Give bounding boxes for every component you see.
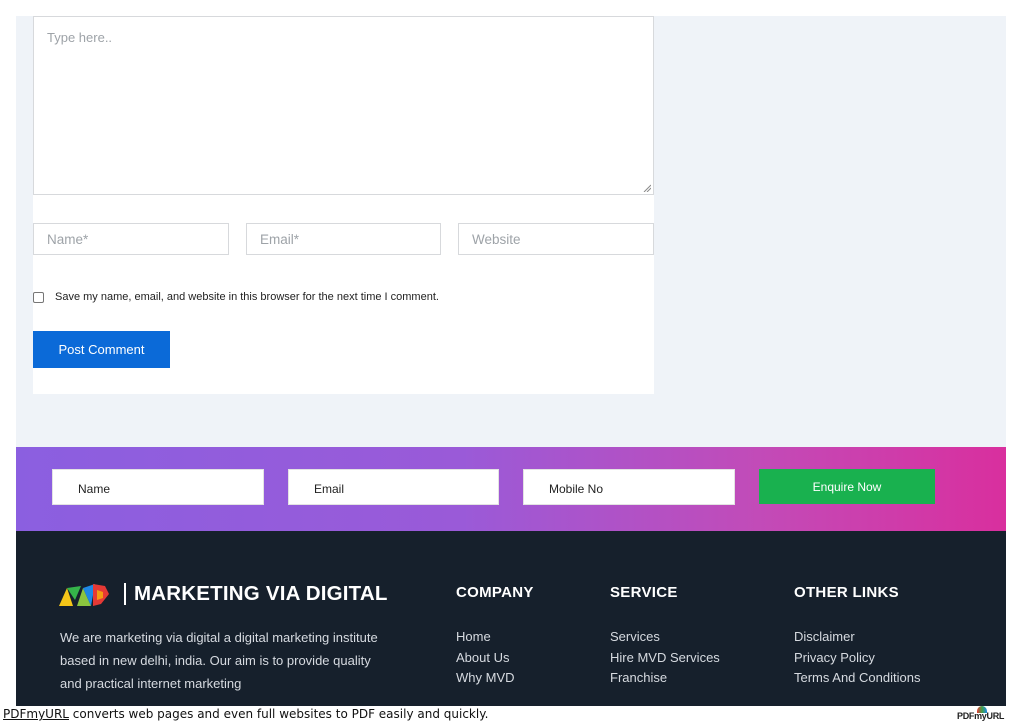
email-placeholder: Email* [260,232,300,247]
enquiry-mobile-field[interactable]: Mobile No [523,469,735,505]
company-links: Home About Us Why MVD [456,627,515,689]
post-comment-button[interactable]: Post Comment [33,331,170,368]
save-info-row: Save my name, email, and website in this… [33,290,439,304]
service-title: SERVICE [610,584,678,601]
footer-about-text: We are marketing via digital a digital m… [60,630,378,691]
footer-link-home[interactable]: Home [456,627,515,648]
save-info-label[interactable]: Save my name, email, and website in this… [55,291,439,303]
name-placeholder: Name* [47,232,89,247]
enquiry-mobile-placeholder: Mobile No [549,482,604,496]
comment-textarea[interactable]: Type here.. [33,16,654,195]
save-info-checkbox[interactable] [33,291,44,303]
footer-logo[interactable]: MARKETING VIA DIGITAL [59,580,388,608]
enquiry-email-field[interactable]: Email [288,469,499,505]
pdf-banner-text: PDFmyURL converts web pages and even ful… [3,707,488,721]
enquiry-name-placeholder: Name [78,482,111,496]
enquire-now-button[interactable]: Enquire Now [759,469,935,504]
pdfmyurl-logo[interactable]: PDFmyURL [957,706,1009,723]
footer-link-franchise[interactable]: Franchise [610,668,720,689]
footer-link-services[interactable]: Services [610,627,720,648]
logo-divider [124,583,126,605]
pdf-banner-message: converts web pages and even full website… [68,707,489,721]
website-field[interactable]: Website [458,223,654,255]
footer-link-about-us[interactable]: About Us [456,648,515,669]
pdfmyurl-logo-text: PDFmyURL [957,711,1005,721]
name-field[interactable]: Name* [33,223,229,255]
other-links: Disclaimer Privacy Policy Terms And Cond… [794,627,920,689]
footer-link-why-mvd[interactable]: Why MVD [456,668,515,689]
footer-link-terms[interactable]: Terms And Conditions [794,668,920,689]
footer-link-privacy-policy[interactable]: Privacy Policy [794,648,920,669]
footer-link-disclaimer[interactable]: Disclaimer [794,627,920,648]
website-placeholder: Website [472,232,521,247]
comment-placeholder: Type here.. [47,30,113,45]
mvd-logo-icon [59,584,109,606]
enquiry-name-field[interactable]: Name [52,469,264,505]
enquiry-email-placeholder: Email [314,482,345,496]
brand-name: MARKETING VIA DIGITAL [134,582,388,605]
pdfmyurl-link[interactable]: PDFmyURL [3,707,69,721]
email-field[interactable]: Email* [246,223,441,255]
service-links: Services Hire MVD Services Franchise [610,627,720,689]
page: Type here.. Name* Email* Website Save my… [0,0,1023,723]
footer-link-hire-mvd[interactable]: Hire MVD Services [610,648,720,669]
company-title: COMPANY [456,584,534,601]
other-links-title: OTHER LINKS [794,584,899,601]
resize-grip-icon[interactable] [643,184,651,192]
